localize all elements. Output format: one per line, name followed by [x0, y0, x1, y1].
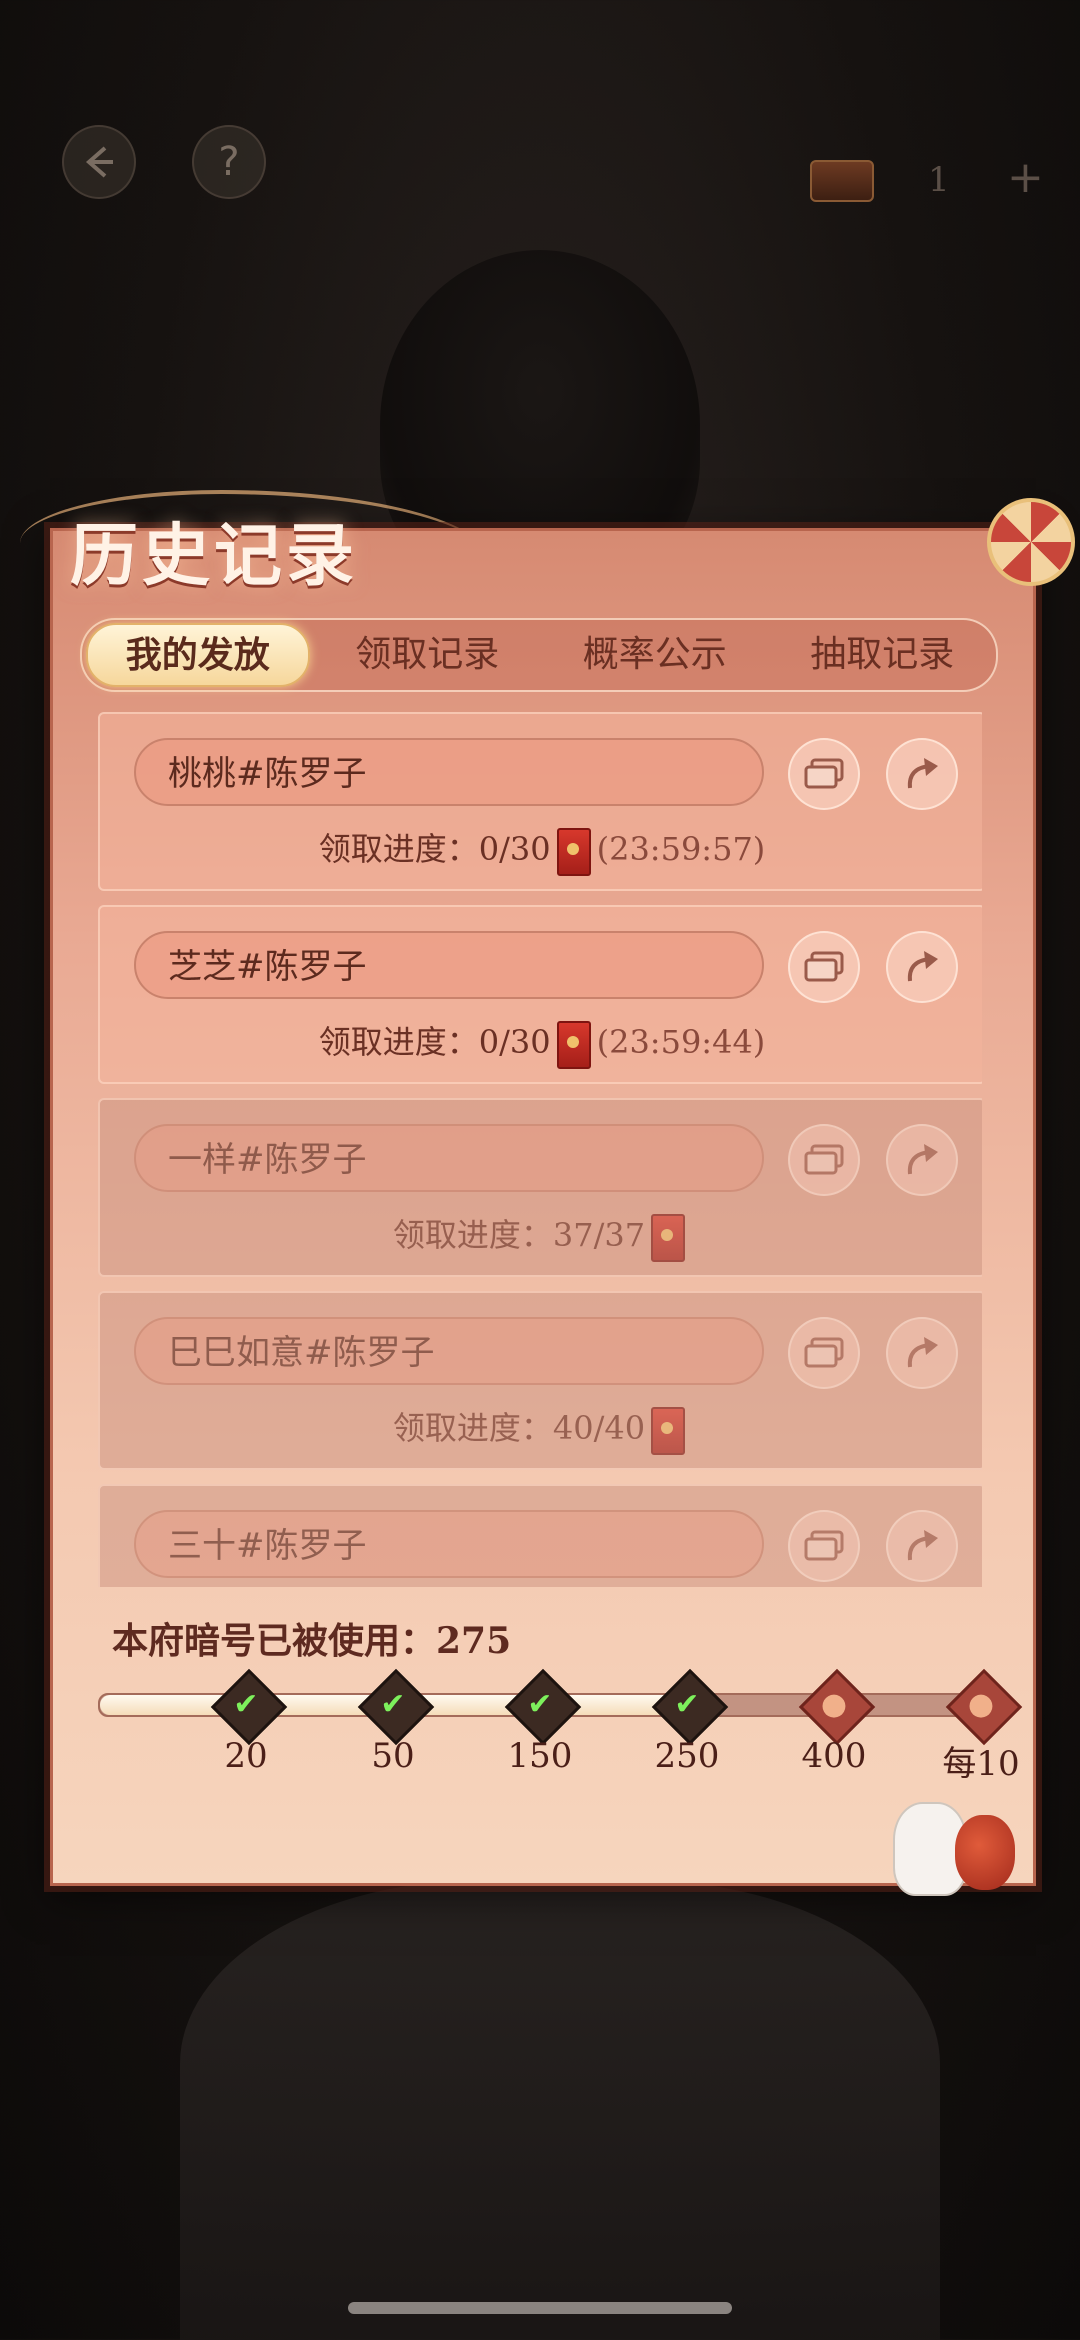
top-bar: ? 1 + [0, 0, 1080, 260]
record-card: 芝芝#陈罗子 领取进度：0/30 (23:59:44) [98, 905, 982, 1084]
record-name: 桃桃#陈罗子 [134, 738, 764, 806]
copy-icon [804, 1337, 844, 1368]
record-name: 巳巳如意#陈罗子 [134, 1317, 764, 1385]
share-icon [907, 1337, 938, 1368]
tab-probability[interactable]: 概率公示 [545, 625, 765, 685]
countdown-timer: (23:59:57) [596, 830, 766, 868]
record-name: 芝芝#陈罗子 [134, 931, 764, 999]
chest-icon [810, 160, 874, 202]
share-icon [907, 758, 938, 789]
copy-button[interactable] [788, 931, 860, 1003]
back-arrow-icon [85, 146, 113, 178]
panel-title: 历史记录 [70, 516, 359, 596]
check-icon: ✔ [380, 1686, 406, 1722]
tab-draw-records[interactable]: 抽取记录 [773, 625, 993, 685]
tab-claim-records[interactable]: 领取记录 [318, 625, 538, 685]
copy-button[interactable] [788, 1317, 860, 1389]
tab-bar: 我的发放 领取记录 概率公示 抽取记录 [80, 618, 998, 692]
milestone-label: 250 [654, 1736, 720, 1776]
milestone-label: 50 [371, 1736, 415, 1776]
tab-my-distribution[interactable]: 我的发放 [86, 623, 310, 687]
record-card: 巳巳如意#陈罗子 领取进度：40/40 [98, 1291, 982, 1470]
record-progress: 领取进度：0/30 (23:59:44) [100, 1017, 982, 1069]
copy-button[interactable] [788, 738, 860, 810]
progress-label: 领取进度：40/40 [392, 1409, 646, 1447]
red-packet-icon [556, 1020, 591, 1069]
share-icon [907, 1144, 938, 1175]
milestone-label: 150 [507, 1736, 573, 1776]
copy-button[interactable] [788, 1510, 860, 1582]
copy-icon [804, 951, 844, 982]
copy-button[interactable] [788, 1124, 860, 1196]
copy-icon [804, 1144, 844, 1175]
share-icon [907, 1530, 938, 1561]
copy-icon [804, 1530, 844, 1561]
share-button[interactable] [886, 931, 958, 1003]
help-icon: ? [218, 139, 240, 185]
record-progress: 领取进度：37/37 [100, 1210, 982, 1262]
milestone-label: 400 [801, 1736, 867, 1776]
reward-bag-icon: ● [967, 1686, 995, 1722]
check-icon: ✔ [527, 1686, 553, 1722]
share-button[interactable] [886, 738, 958, 810]
share-button[interactable] [886, 1510, 958, 1582]
progress-label: 领取进度：0/30 [318, 830, 551, 868]
share-icon [907, 951, 938, 982]
countdown-timer: (23:59:44) [596, 1023, 766, 1061]
record-card: 桃桃#陈罗子 领取进度：0/30 (23:59:57) [98, 712, 982, 891]
share-button[interactable] [886, 1317, 958, 1389]
background-character-robe [180, 1880, 940, 2340]
record-progress: 领取进度：0/30 (23:59:57) [100, 824, 982, 876]
milestone-label: 每10 [942, 1744, 1020, 1784]
check-icon: ✔ [674, 1686, 700, 1722]
reward-bag-icon: ● [820, 1686, 848, 1722]
help-button[interactable]: ? [192, 125, 266, 199]
red-packet-icon [651, 1213, 686, 1262]
copy-icon [804, 758, 844, 789]
share-button[interactable] [886, 1124, 958, 1196]
record-card: 一样#陈罗子 领取进度：37/37 [98, 1098, 982, 1277]
add-button[interactable]: + [1007, 152, 1044, 203]
record-list[interactable]: 桃桃#陈罗子 领取进度：0/30 (23:59:57) 芝芝#陈罗子 领取进度：0… [98, 712, 982, 1587]
milestone-label: 20 [224, 1736, 268, 1776]
record-name: 三十#陈罗子 [134, 1510, 764, 1578]
back-button[interactable] [62, 125, 136, 199]
record-card: 三十#陈罗子 [98, 1484, 982, 1587]
red-packet-icon [651, 1406, 686, 1455]
lucky-bag-icon [955, 1815, 1015, 1890]
record-name: 一样#陈罗子 [134, 1124, 764, 1192]
home-indicator [348, 2302, 732, 2314]
close-emblem-icon[interactable] [987, 498, 1075, 586]
record-progress: 领取进度：40/40 [100, 1403, 982, 1455]
red-packet-icon [556, 827, 591, 876]
chest-count: 1 [928, 160, 950, 200]
check-icon: ✔ [233, 1686, 259, 1722]
usage-count-label: 本府暗号已被使用：275 [112, 1620, 512, 1662]
progress-label: 领取进度：37/37 [392, 1216, 646, 1254]
progress-label: 领取进度：0/30 [318, 1023, 551, 1061]
